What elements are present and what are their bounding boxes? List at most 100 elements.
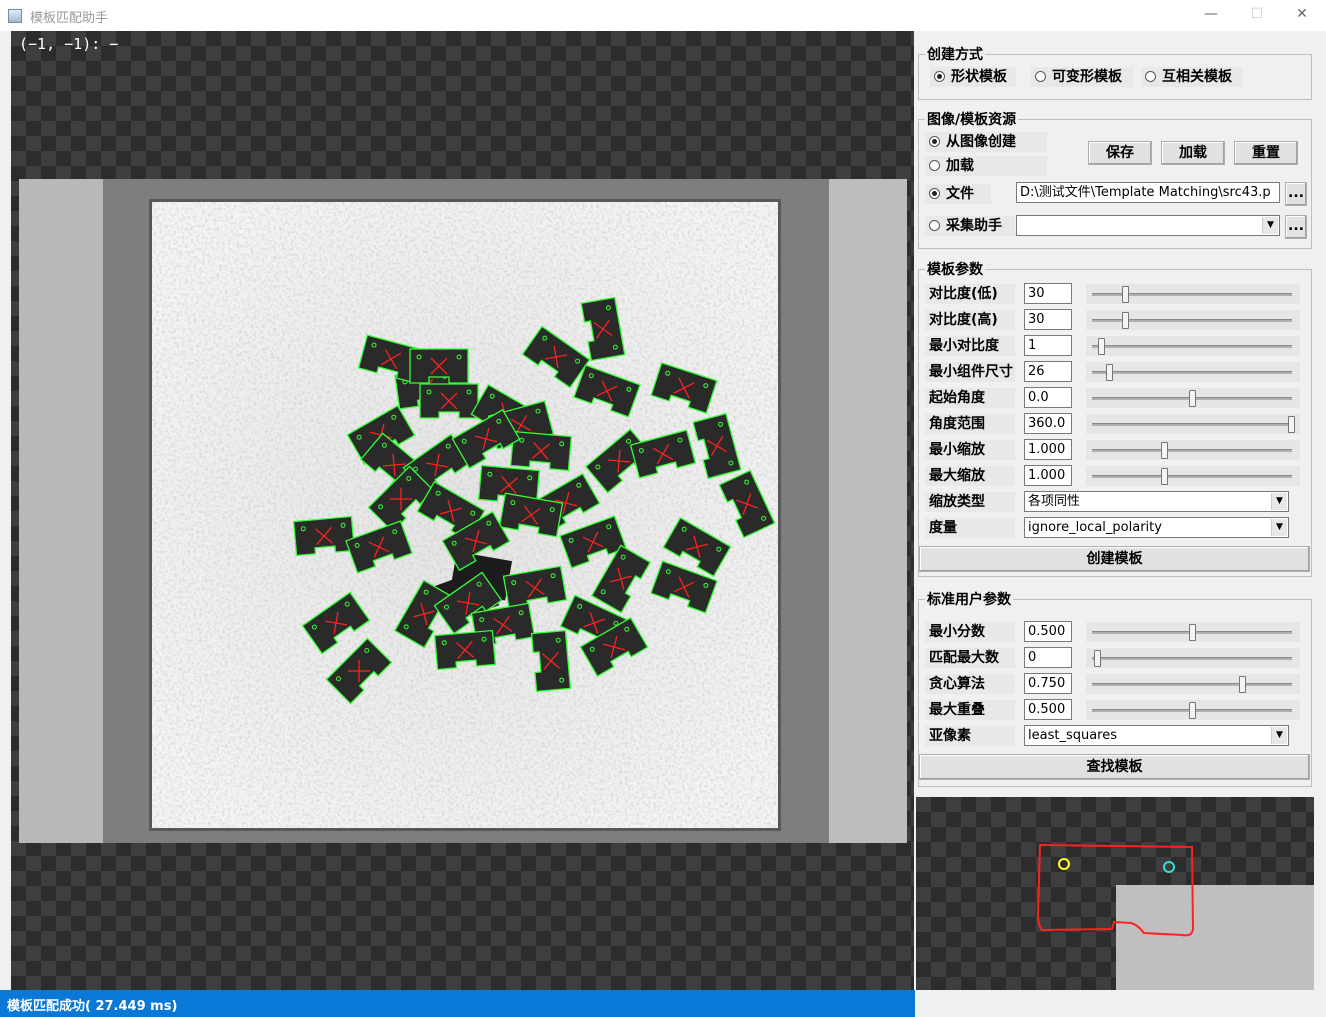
radio-label: 文件 (946, 186, 974, 202)
chevron-down-icon: ▼ (1271, 727, 1287, 744)
create-method-title: 创建方式 (927, 47, 983, 63)
user-param-label: 最大重叠 (925, 700, 1015, 720)
user-param-input[interactable]: 0.750 (1024, 673, 1072, 694)
browse-capture-button[interactable]: ... (1285, 215, 1307, 239)
template-param-label: 角度范围 (925, 414, 1015, 434)
image-canvas[interactable] (11, 31, 914, 990)
radio-file[interactable]: 文件 (925, 184, 991, 204)
close-button[interactable]: ✕ (1279, 0, 1325, 31)
template-param-slider[interactable] (1086, 466, 1300, 486)
user-param-slider[interactable] (1086, 648, 1300, 668)
slider-thumb[interactable] (1093, 650, 1101, 667)
user-param-label: 贪心算法 (925, 674, 1015, 694)
slider-thumb[interactable] (1189, 390, 1196, 407)
load-button[interactable]: 加载 (1161, 141, 1225, 165)
slider-thumb[interactable] (1161, 442, 1169, 459)
user-params-title: 标准用户参数 (927, 592, 1011, 608)
image-viewer[interactable]: (−1, −1): − (11, 31, 914, 990)
template-param-input[interactable]: 0.0 (1024, 387, 1072, 408)
chevron-down-icon: ▼ (1271, 493, 1287, 510)
chevron-down-icon: ▼ (1262, 217, 1278, 234)
template-param-slider[interactable] (1086, 440, 1300, 460)
template-param-slider[interactable] (1086, 414, 1300, 434)
marker-cyan (1163, 861, 1175, 873)
template-param-input[interactable]: 1 (1024, 335, 1072, 356)
metric-select[interactable]: ignore_local_polarity ▼ (1024, 517, 1289, 538)
slider-track (1092, 475, 1292, 478)
maximize-button[interactable]: ☐ (1234, 0, 1280, 31)
user-param-slider[interactable] (1086, 674, 1300, 694)
source-title: 图像/模板资源 (927, 112, 1017, 128)
slider-thumb[interactable] (1105, 364, 1113, 381)
radio-label: 互相关模板 (1162, 69, 1232, 85)
radio-dot (929, 135, 940, 147)
radio-label: 加载 (946, 158, 974, 174)
template-param-input[interactable]: 360.0 (1024, 413, 1072, 434)
template-preview (916, 797, 1314, 990)
capture-select[interactable]: ▼ (1016, 215, 1280, 236)
template-param-input[interactable]: 26 (1024, 361, 1072, 382)
subpixel-select[interactable]: least_squares ▼ (1024, 725, 1289, 746)
slider-track (1092, 449, 1292, 452)
radio-dot (934, 70, 945, 82)
radio-capture-assistant[interactable]: 采集助手 (925, 216, 1015, 236)
save-button[interactable]: 保存 (1088, 141, 1152, 165)
template-param-input[interactable]: 1.000 (1024, 439, 1072, 460)
window-title: 模板匹配助手 (30, 11, 109, 26)
scale-type-label: 缩放类型 (925, 492, 1015, 512)
user-param-slider[interactable] (1086, 622, 1300, 642)
title-bar: 模板匹配助手 — ☐ ✕ (0, 0, 1326, 31)
user-param-label: 最小分数 (925, 622, 1015, 642)
template-param-slider[interactable] (1086, 284, 1300, 304)
radio-label: 形状模板 (951, 69, 1007, 85)
radio-load[interactable]: 加载 (925, 156, 1047, 176)
slider-thumb[interactable] (1288, 416, 1295, 433)
slider-thumb[interactable] (1189, 624, 1196, 641)
coordinate-readout: (−1, −1): − (19, 35, 119, 53)
template-param-slider[interactable] (1086, 362, 1300, 382)
template-param-slider[interactable] (1086, 336, 1300, 356)
create-template-button[interactable]: 创建模板 (919, 546, 1310, 572)
slider-thumb[interactable] (1189, 702, 1196, 719)
template-preview-canvas (1036, 843, 1314, 990)
slider-thumb[interactable] (1238, 676, 1246, 693)
template-param-label: 起始角度 (925, 388, 1015, 408)
radio-dot (1145, 70, 1156, 82)
browse-file-button[interactable]: ... (1285, 182, 1307, 206)
template-param-input[interactable]: 1.000 (1024, 465, 1072, 486)
slider-thumb[interactable] (1121, 312, 1129, 329)
template-param-label: 最小组件尺寸 (925, 362, 1015, 382)
radio-from-image[interactable]: 从图像创建 (925, 132, 1047, 152)
user-param-input[interactable]: 0.500 (1024, 699, 1072, 720)
scale-type-value: 各项同性 (1028, 494, 1081, 509)
template-param-input[interactable]: 30 (1024, 309, 1072, 330)
radio-dot (1035, 70, 1046, 82)
radio-label: 可变形模板 (1052, 69, 1122, 85)
slider-thumb[interactable] (1121, 286, 1129, 303)
status-text: 模板匹配成功( 27.449 ms) (7, 999, 178, 1014)
radio-correlation-template[interactable]: 互相关模板 (1141, 67, 1243, 87)
template-param-label: 最小缩放 (925, 440, 1015, 460)
app-icon (8, 9, 22, 23)
radio-deformable-template[interactable]: 可变形模板 (1031, 67, 1133, 87)
chevron-down-icon: ▼ (1271, 519, 1287, 536)
metric-value: ignore_local_polarity (1028, 520, 1162, 535)
radio-shape-template[interactable]: 形状模板 (930, 67, 1016, 87)
template-param-slider[interactable] (1086, 310, 1300, 330)
slider-thumb[interactable] (1097, 338, 1105, 355)
slider-thumb[interactable] (1161, 468, 1169, 485)
template-param-slider[interactable] (1086, 388, 1300, 408)
reset-button[interactable]: 重置 (1234, 141, 1298, 165)
file-path-input[interactable]: D:\测试文件\Template Matching\src43.p (1016, 182, 1280, 203)
minimize-button[interactable]: — (1188, 0, 1234, 31)
user-param-input[interactable]: 0.500 (1024, 621, 1072, 642)
scale-type-select[interactable]: 各项同性 ▼ (1024, 491, 1289, 512)
file-path-text: D:\测试文件\Template Matching\src43.p (1020, 185, 1271, 200)
user-param-input[interactable]: 0 (1024, 647, 1072, 668)
user-param-label: 匹配最大数 (925, 648, 1015, 668)
slider-track (1092, 345, 1292, 348)
slider-track (1092, 423, 1292, 426)
user-param-slider[interactable] (1086, 700, 1300, 720)
template-param-input[interactable]: 30 (1024, 283, 1072, 304)
find-template-button[interactable]: 查找模板 (919, 754, 1310, 780)
